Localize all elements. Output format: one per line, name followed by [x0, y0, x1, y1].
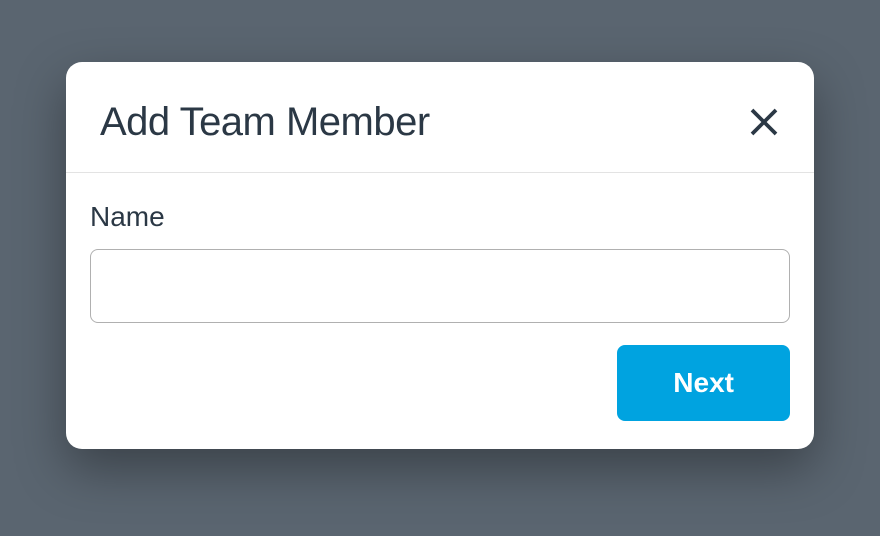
next-button[interactable]: Next: [617, 345, 790, 421]
add-team-member-modal: Add Team Member Name Next: [66, 62, 814, 449]
modal-footer: Next: [66, 323, 814, 421]
name-input[interactable]: [90, 249, 790, 323]
modal-title: Add Team Member: [100, 100, 430, 145]
name-label: Name: [90, 201, 790, 233]
close-button[interactable]: [738, 96, 790, 148]
modal-header: Add Team Member: [66, 96, 814, 173]
modal-body: Name: [66, 173, 814, 323]
close-icon: [746, 104, 782, 140]
